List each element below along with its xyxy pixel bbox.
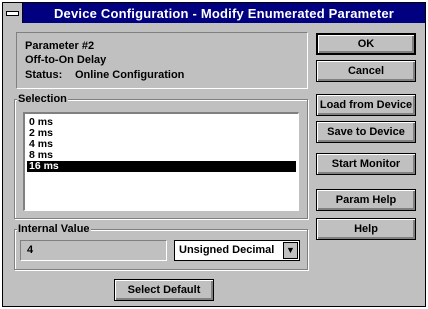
status-value: Online Configuration bbox=[75, 69, 185, 81]
selection-label: Selection bbox=[17, 92, 68, 106]
parameter-info-panel: Parameter #2 Off-to-On Delay Status: Onl… bbox=[16, 32, 308, 89]
internal-value-group: Internal Value 4 Unsigned Decimal ▼ bbox=[14, 222, 308, 270]
modify-parameter-dialog: Device Configuration - Modify Enumerated… bbox=[2, 2, 426, 307]
list-item[interactable]: 4 ms bbox=[27, 139, 296, 150]
parameter-number: Parameter #2 bbox=[25, 40, 95, 52]
parameter-name: Off-to-On Delay bbox=[25, 54, 107, 66]
format-select[interactable]: Unsigned Decimal ▼ bbox=[174, 240, 300, 261]
start-monitor-button[interactable]: Start Monitor bbox=[316, 153, 416, 175]
help-button[interactable]: Help bbox=[316, 218, 416, 240]
list-item[interactable]: 2 ms bbox=[27, 128, 296, 139]
ok-button[interactable]: OK bbox=[316, 33, 416, 55]
list-item[interactable]: 8 ms bbox=[27, 150, 296, 161]
internal-value-field: 4 bbox=[20, 240, 167, 261]
chevron-down-icon[interactable]: ▼ bbox=[283, 242, 298, 259]
system-menu-icon[interactable] bbox=[3, 3, 23, 23]
format-select-value: Unsigned Decimal bbox=[179, 244, 275, 256]
selection-group: Selection 0 ms 2 ms 4 ms 8 ms 16 ms bbox=[14, 92, 308, 219]
list-item[interactable]: 0 ms bbox=[27, 117, 296, 128]
load-from-device-button[interactable]: Load from Device bbox=[316, 94, 416, 116]
status-label: Status: bbox=[25, 69, 63, 81]
list-item-selected[interactable]: 16 ms bbox=[27, 161, 296, 172]
cancel-button[interactable]: Cancel bbox=[316, 60, 416, 82]
save-to-device-button[interactable]: Save to Device bbox=[316, 121, 416, 143]
internal-value-label: Internal Value bbox=[17, 222, 91, 236]
select-default-button[interactable]: Select Default bbox=[114, 279, 214, 301]
param-help-button[interactable]: Param Help bbox=[316, 189, 416, 211]
title-bar: Device Configuration - Modify Enumerated… bbox=[3, 3, 425, 23]
window-title: Device Configuration - Modify Enumerated… bbox=[53, 5, 395, 21]
selection-listbox[interactable]: 0 ms 2 ms 4 ms 8 ms 16 ms bbox=[23, 112, 299, 211]
